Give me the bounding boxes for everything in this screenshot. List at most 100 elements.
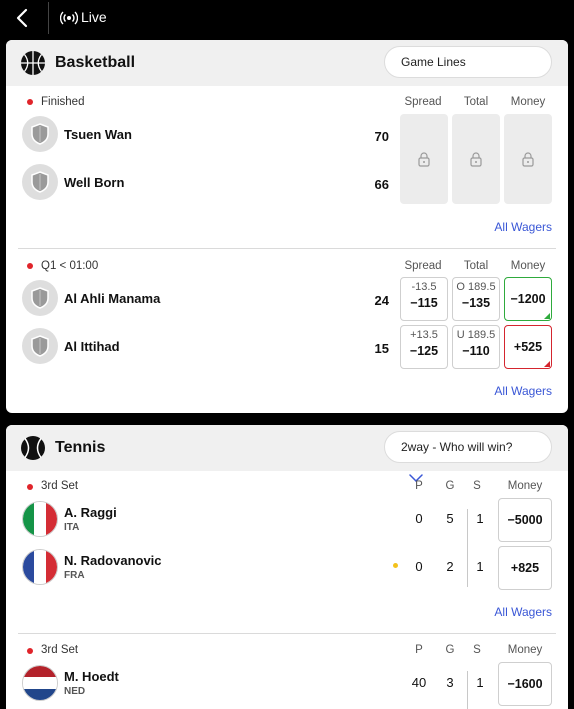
player-country: ITA xyxy=(64,522,80,533)
column-money: Money xyxy=(510,260,546,272)
match-status: 3rd Set xyxy=(41,480,79,492)
column-total: Total xyxy=(463,96,489,108)
all-wagers-link[interactable]: All Wagers xyxy=(452,605,552,619)
tennis-card: Tennis 2way - Who will win? 3rd Set P G … xyxy=(6,425,568,709)
status-dot xyxy=(27,263,33,269)
spread-line: +13.5 xyxy=(410,329,438,341)
player-points: 0 xyxy=(415,511,423,526)
live-broadcast-icon xyxy=(60,11,78,25)
column-total: Total xyxy=(463,260,489,272)
column-points: P xyxy=(415,480,423,492)
player-sets: 1 xyxy=(476,559,484,574)
back-arrow-icon[interactable] xyxy=(12,6,34,30)
money-price: −5000 xyxy=(507,513,543,527)
money-price: +825 xyxy=(510,561,540,575)
locked-total xyxy=(452,114,500,204)
team-logo xyxy=(22,164,58,200)
player-points: 40 xyxy=(411,675,427,690)
locked-money xyxy=(504,114,552,204)
market-selector-label: Game Lines xyxy=(401,55,466,69)
money-odds-button[interactable]: −5000 xyxy=(498,498,552,542)
market-selector-label: 2way - Who will win? xyxy=(401,440,513,454)
spread-price: −125 xyxy=(409,344,439,358)
status-dot xyxy=(27,484,33,490)
total-line: U 189.5 xyxy=(456,329,496,341)
team-score: 15 xyxy=(374,341,389,356)
match-divider xyxy=(18,633,556,634)
player-country: NED xyxy=(64,686,86,697)
shield-icon xyxy=(31,287,49,309)
player-games: 3 xyxy=(446,675,454,690)
player-name: N. Radovanovic xyxy=(64,553,162,568)
column-sets: S xyxy=(473,480,481,492)
shield-icon xyxy=(31,123,49,145)
column-money: Money xyxy=(507,480,543,492)
player-name: A. Raggi xyxy=(64,505,117,520)
shield-icon xyxy=(31,335,49,357)
team-logo xyxy=(22,116,58,152)
status-dot xyxy=(27,99,33,105)
header-divider xyxy=(48,2,49,34)
game-divider xyxy=(18,248,556,249)
team-logo xyxy=(22,328,58,364)
page-title: Live xyxy=(81,9,107,25)
column-money: Money xyxy=(510,96,546,108)
total-line: O 189.5 xyxy=(456,281,496,293)
player-name: M. Hoedt xyxy=(64,669,119,684)
team-logo xyxy=(22,280,58,316)
odds-down-indicator xyxy=(544,361,550,367)
sport-title: Basketball xyxy=(55,54,136,71)
game-status: Finished xyxy=(41,96,85,108)
team-score: 70 xyxy=(374,129,389,144)
basketball-icon xyxy=(21,51,45,75)
money-odds-button[interactable]: −1600 xyxy=(498,662,552,706)
team-name: Well Born xyxy=(64,175,125,190)
spread-odds-button[interactable]: -13.5 −115 xyxy=(400,277,448,321)
basketball-card: Basketball Game Lines Finished Spread To… xyxy=(6,40,568,413)
team-name: Al Ahli Manama xyxy=(64,291,161,306)
team-score: 24 xyxy=(374,293,389,308)
all-wagers-link[interactable]: All Wagers xyxy=(452,220,552,234)
player-games: 5 xyxy=(446,511,454,526)
sport-title: Tennis xyxy=(55,439,106,456)
lock-icon xyxy=(470,152,482,167)
flag-france xyxy=(22,549,58,585)
total-price: −135 xyxy=(461,296,491,310)
column-sets: S xyxy=(473,644,481,656)
total-price: −110 xyxy=(462,344,490,358)
flag-italy xyxy=(22,501,58,537)
market-selector[interactable]: Game Lines xyxy=(384,46,552,78)
tennis-header: Tennis 2way - Who will win? xyxy=(6,425,568,482)
column-money: Money xyxy=(507,644,543,656)
set-divider xyxy=(467,509,468,587)
money-odds-button[interactable]: −1200 xyxy=(504,277,552,321)
all-wagers-link[interactable]: All Wagers xyxy=(452,384,552,398)
market-selector[interactable]: 2way - Who will win? xyxy=(384,431,552,482)
team-name: Tsuen Wan xyxy=(64,127,132,142)
status-dot xyxy=(27,648,33,654)
spread-price: −115 xyxy=(410,296,438,310)
total-odds-button[interactable]: O 189.5 −135 xyxy=(452,277,500,321)
money-odds-button[interactable]: +525 xyxy=(504,325,552,369)
locked-spread xyxy=(400,114,448,204)
lock-icon xyxy=(418,152,430,167)
top-bar: Live xyxy=(0,0,574,36)
basketball-header: Basketball Game Lines xyxy=(6,40,568,86)
player-sets: 1 xyxy=(476,675,484,690)
money-odds-button[interactable]: +825 xyxy=(498,546,552,590)
team-score: 66 xyxy=(374,177,389,192)
match-status: 3rd Set xyxy=(41,644,79,656)
flag-netherlands xyxy=(22,665,58,701)
team-name: Al Ittihad xyxy=(64,339,120,354)
player-sets: 1 xyxy=(476,511,484,526)
odds-up-indicator xyxy=(544,313,550,319)
player-points: 0 xyxy=(415,559,423,574)
set-divider xyxy=(467,671,468,709)
total-odds-button[interactable]: U 189.5 −110 xyxy=(452,325,500,369)
lock-icon xyxy=(522,152,534,167)
spread-odds-button[interactable]: +13.5 −125 xyxy=(400,325,448,369)
tennis-ball-icon xyxy=(21,436,45,460)
column-games: G xyxy=(445,644,455,656)
game-status: Q1 < 01:00 xyxy=(41,260,99,272)
player-country: FRA xyxy=(64,570,85,581)
